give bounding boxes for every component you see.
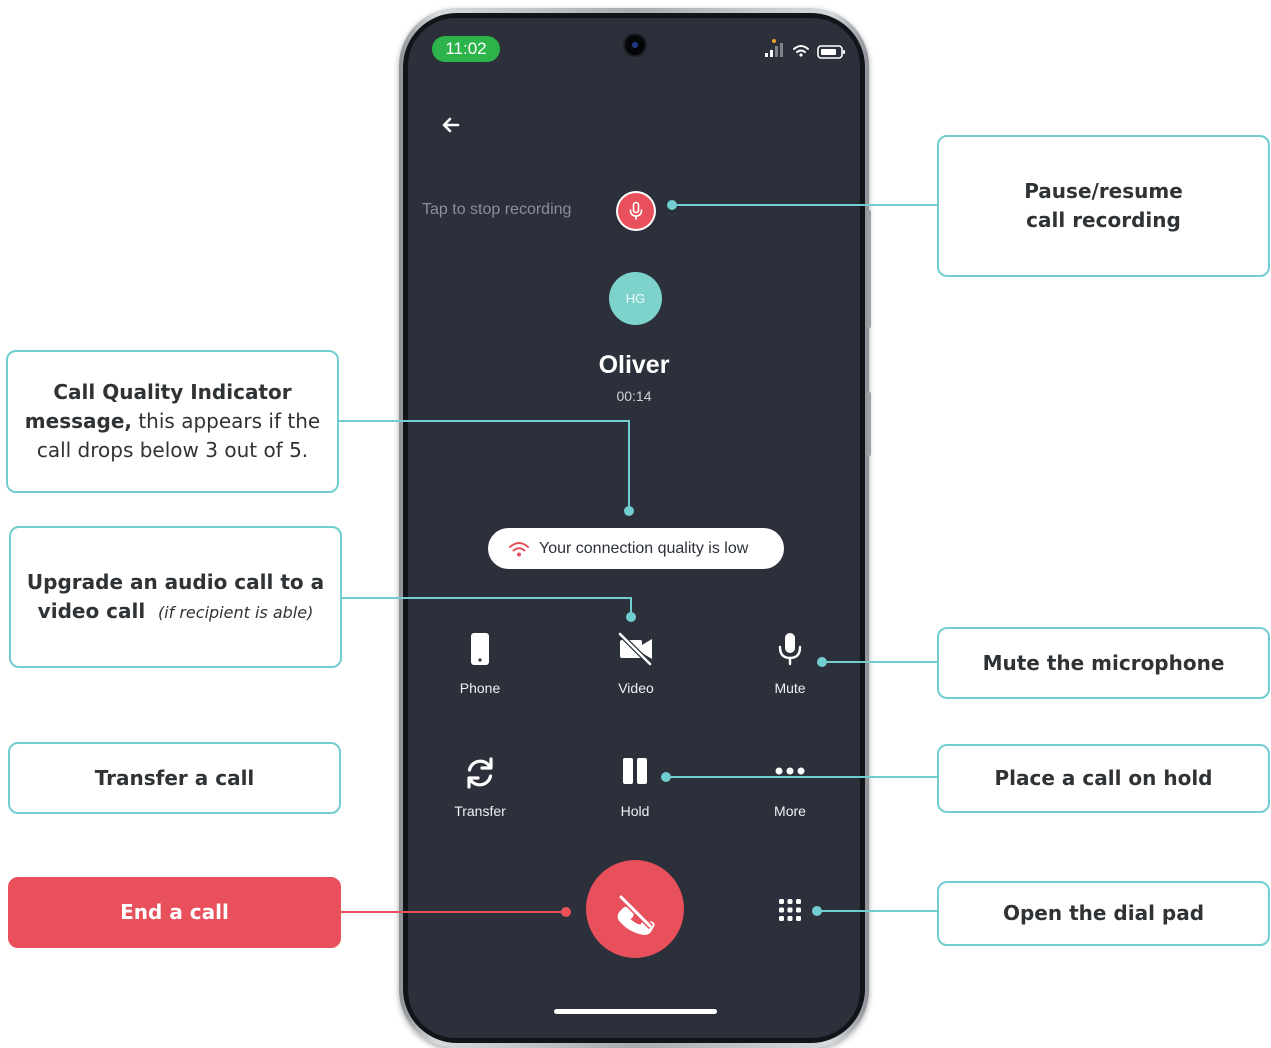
callout-video-italic2: (if recipient is able) — [157, 603, 314, 622]
callout-mute-text: Mute the microphone — [982, 650, 1225, 675]
connector-video — [342, 597, 632, 616]
callout-quality-bold1: Call Quality Indicator — [53, 380, 292, 404]
callout-recording: Pause/resume call recording — [937, 135, 1270, 277]
callout-transfer: Transfer a call — [8, 742, 341, 814]
callout-quality-line3: call drops below 3 out of 5. — [36, 438, 309, 462]
callout-dialpad-text: Open the dial pad — [1002, 901, 1205, 925]
callout-video-bold2: video call — [37, 599, 146, 623]
callout-recording-line1: Pause/resume — [1024, 179, 1183, 203]
callout-dialpad: Open the dial pad — [937, 881, 1270, 946]
callout-video: Upgrade an audio call to a video call (i… — [9, 526, 342, 668]
callout-mute: Mute the microphone — [937, 627, 1270, 699]
callout-recording-line2: call recording — [1026, 208, 1181, 232]
callout-quality-text2: this appears if the — [131, 409, 321, 433]
callout-hold-text: Place a call on hold — [994, 766, 1213, 790]
callout-end-call: End a call — [8, 877, 341, 948]
callout-quality: Call Quality Indicator message, this app… — [6, 350, 339, 493]
callout-end-text: End a call — [120, 900, 229, 924]
connector-quality — [339, 420, 630, 510]
callout-quality-bold2: message, — [24, 409, 132, 433]
callout-hold: Place a call on hold — [937, 744, 1270, 813]
callout-video-line1: Upgrade an audio call to a — [26, 570, 325, 594]
callout-transfer-text: Transfer a call — [94, 765, 255, 790]
